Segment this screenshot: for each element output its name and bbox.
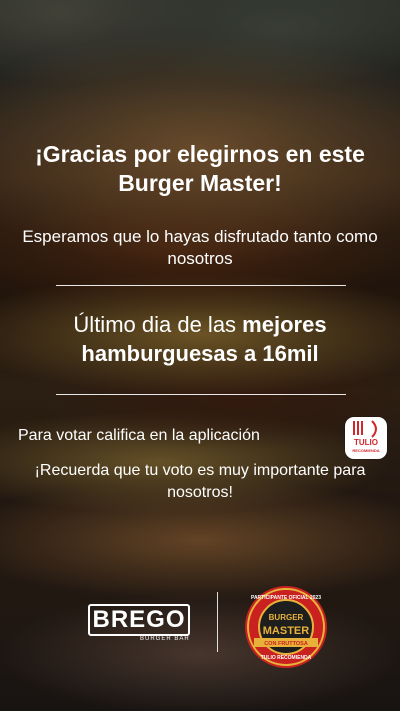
- brego-subtitle: BURGER BAR: [140, 636, 190, 642]
- app-brand: TULIO: [354, 438, 378, 447]
- badge-burger: BURGER: [269, 613, 304, 622]
- promo-prefix: Último dia de las: [73, 312, 243, 337]
- brego-logo: BREGO: [88, 604, 190, 636]
- story-content: ¡Gracias por elegirnos en este Burger Ma…: [0, 0, 400, 711]
- headline: ¡Gracias por elegirnos en este Burger Ma…: [35, 141, 365, 196]
- badge-bottom-text: TULIO RECOMIENDA: [261, 655, 312, 661]
- vote-instruction: Para votar califica en la aplicación: [18, 427, 260, 444]
- badge-master: MASTER: [263, 625, 310, 637]
- app-tagline: RECOMIENDA: [352, 448, 380, 453]
- footer-divider: [217, 592, 218, 652]
- promo-text: Último dia de las mejores hamburguesas a…: [0, 310, 400, 368]
- burger-master-badge: BURGER MASTER CON FRUTTOSA PARTICIPANTE …: [245, 586, 327, 668]
- badge-top-text: PARTICIPANTE OFICIAL 2023: [251, 595, 321, 601]
- badge-ribbon: CON FRUTTOSA: [264, 641, 308, 647]
- tulio-app-icon[interactable]: TULIO RECOMIENDA: [345, 417, 387, 459]
- divider-bottom: [56, 394, 346, 395]
- reminder-text: ¡Recuerda que tu voto es muy importante …: [34, 462, 366, 501]
- subtitle: Esperamos que lo hayas disfrutado tanto …: [22, 227, 378, 268]
- divider-top: [56, 285, 346, 286]
